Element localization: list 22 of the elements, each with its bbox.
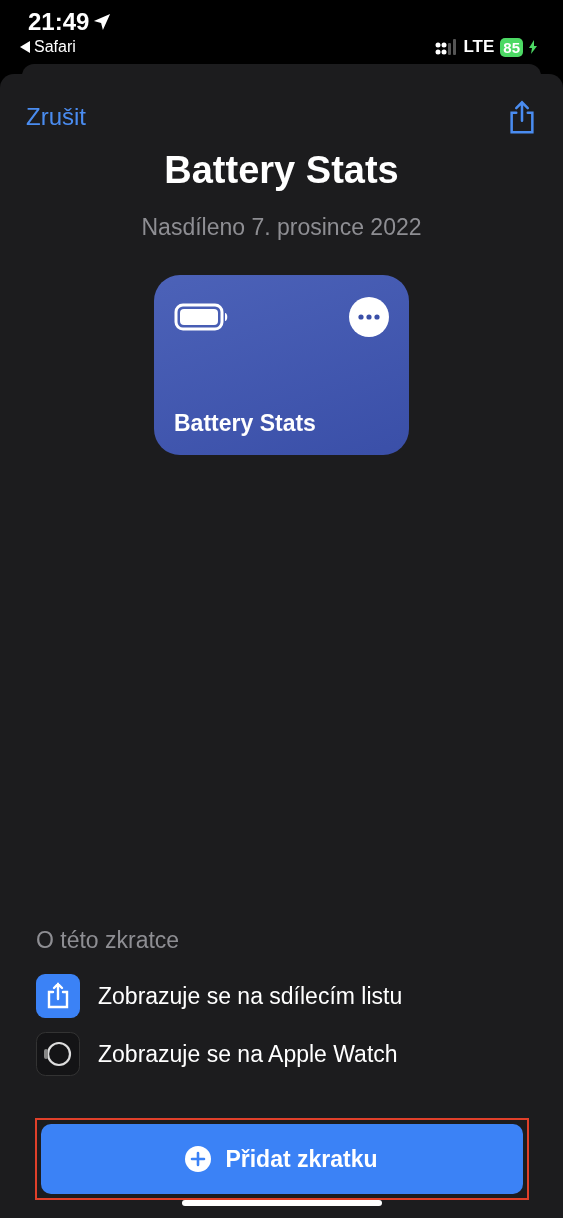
feature-label: Zobrazuje se na sdílecím listu [98, 982, 403, 1010]
signal-icon [435, 39, 458, 55]
battery-icon [174, 302, 230, 331]
share-sheet-icon [36, 974, 80, 1018]
battery-level: 85 [500, 37, 523, 57]
shared-date: Nasdíleno 7. prosince 2022 [141, 213, 422, 241]
share-icon[interactable] [507, 100, 537, 135]
feature-label: Zobrazuje se na Apple Watch [98, 1040, 398, 1068]
cancel-link[interactable]: Zrušit [26, 103, 86, 132]
back-to-app-link[interactable]: Safari [34, 38, 76, 56]
more-icon[interactable] [349, 296, 389, 337]
clock-time: 21:49 [28, 8, 90, 36]
section-heading: O této zkratce [36, 927, 181, 954]
network-type: LTE [463, 37, 495, 57]
plus-icon [185, 1146, 212, 1172]
shortcut-title: Battery Stats [164, 148, 399, 192]
add-shortcut-button[interactable]: Přidat zkratku [40, 1124, 523, 1194]
watch-icon [36, 1032, 80, 1076]
shortcut-card[interactable]: Battery Stats [154, 274, 409, 455]
back-triangle-icon[interactable] [20, 41, 30, 53]
location-arrow-icon [93, 13, 112, 31]
card-title: Battery Stats [174, 409, 317, 437]
